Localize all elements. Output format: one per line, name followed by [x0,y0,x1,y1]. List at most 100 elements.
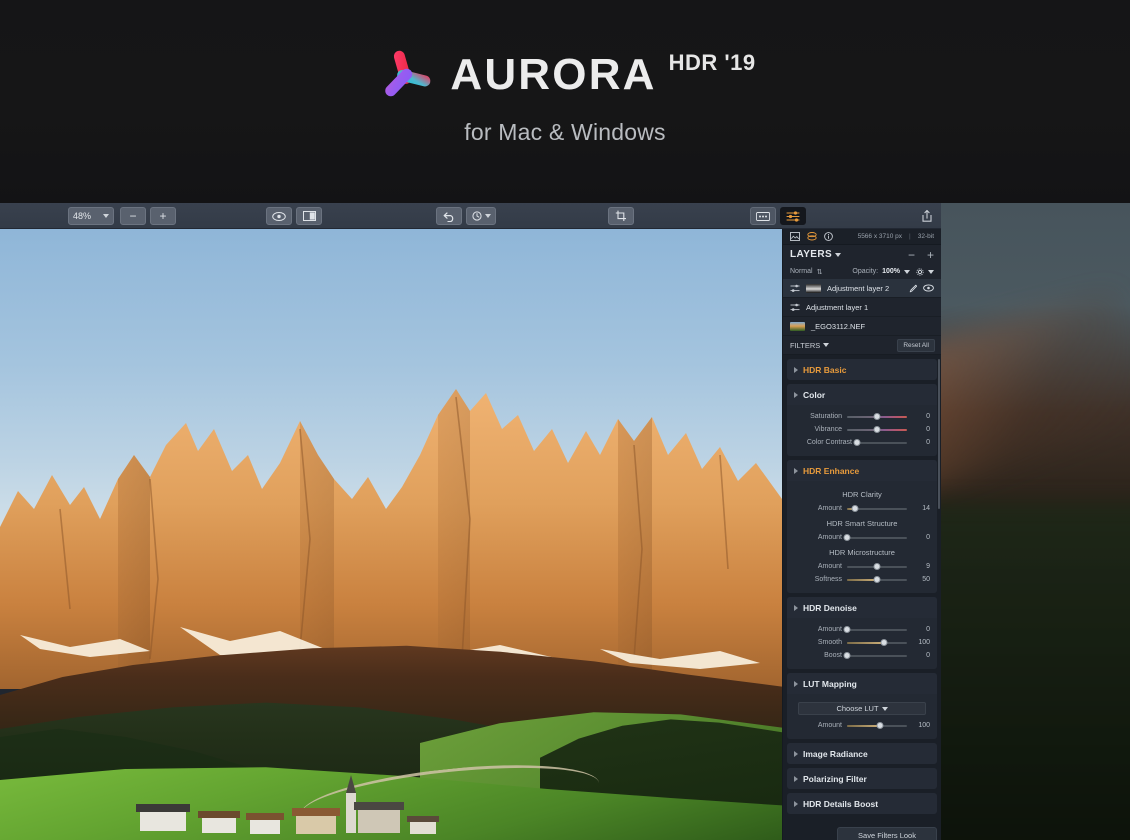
chevron-down-icon[interactable] [835,253,841,257]
filter-group-header[interactable]: Polarizing Filter [787,768,937,789]
filters-scrollbar[interactable] [938,359,940,509]
add-layer-button[interactable]: + [927,248,934,262]
slider-denoise-amount[interactable]: Amount 0 [794,623,930,636]
slider-track[interactable] [847,642,907,644]
slider-value: 0 [912,534,930,541]
filter-group-header[interactable]: HDR Basic [787,359,937,380]
eye-icon[interactable] [266,207,292,225]
slider-value: 100 [912,639,930,646]
slider-color-contrast[interactable]: Color Contrast 0 [794,436,930,449]
slider-knob[interactable] [874,563,881,570]
slider-track[interactable] [847,566,907,568]
eye-icon[interactable] [923,284,934,292]
slider-knob[interactable] [877,722,884,729]
chevron-down-icon[interactable] [904,270,910,274]
slider-knob[interactable] [874,413,881,420]
zoom-level-dropdown[interactable]: 48% [68,207,114,225]
compare-before-after-icon[interactable] [296,207,322,225]
layer-row-adjustment-1[interactable]: Adjustment layer 1 [783,298,941,317]
slider-track[interactable] [847,579,907,581]
filter-group-header[interactable]: HDR Enhance [787,460,937,481]
zoom-out-button[interactable]: − [120,207,146,225]
zoom-in-button[interactable]: + [150,207,176,225]
slider-hdr-smart-structure-amount[interactable]: Amount 0 [794,531,930,544]
filter-group-lut-mapping[interactable]: LUT Mapping Choose LUT Amount [787,673,937,739]
slider-denoise-boost[interactable]: Boost 0 [794,649,930,662]
presets-icon[interactable] [750,207,776,225]
slider-label: Vibrance [794,426,842,433]
chevron-down-icon[interactable] [823,343,829,347]
gear-icon[interactable] [916,268,924,276]
slider-track[interactable] [847,655,907,657]
crop-icon[interactable] [608,207,634,225]
filter-group-header[interactable]: HDR Denoise [787,597,937,618]
blend-mode-value[interactable]: Normal [790,268,813,275]
filter-group-hdr-denoise[interactable]: HDR Denoise Amount 0 Smooth [787,597,937,669]
slider-value: 9 [912,563,930,570]
slider-knob[interactable] [854,439,861,446]
info-icon[interactable] [824,232,833,241]
blend-opacity-row: Normal ⇅ Opacity: 100% [783,264,941,279]
slider-track[interactable] [847,725,907,727]
slider-knob[interactable] [874,426,881,433]
slider-track[interactable] [847,416,907,418]
filter-group-header[interactable]: LUT Mapping [787,673,937,694]
remove-layer-button[interactable]: − [908,248,915,262]
slider-hdr-microstructure-amount[interactable]: Amount 9 [794,560,930,573]
subgroup-title-hdr-clarity: HDR Clarity [794,490,930,499]
filter-group-color[interactable]: Color Saturation 0 Vibrance 0 [787,384,937,456]
slider-knob[interactable] [844,626,851,633]
filter-group-name: Image Radiance [803,749,868,759]
filter-group-header[interactable]: HDR Details Boost [787,793,937,814]
undo-icon[interactable] [436,207,462,225]
opacity-value[interactable]: 100% [882,268,900,275]
slider-track[interactable] [847,429,907,431]
filter-group-header[interactable]: Image Radiance [787,743,937,764]
slider-value: 0 [912,652,930,659]
history-clock-icon[interactable] [466,207,496,225]
slider-hdr-clarity-amount[interactable]: Amount 14 [794,502,930,515]
filter-group-hdr-basic[interactable]: HDR Basic [787,359,937,380]
slider-value: 0 [912,439,930,446]
filter-group-name: HDR Details Boost [803,799,878,809]
layer-name: Adjustment layer 2 [827,284,902,293]
slider-knob[interactable] [874,576,881,583]
image-icon[interactable] [790,232,800,241]
slider-knob[interactable] [881,639,888,646]
filter-group-header[interactable]: Color [787,384,937,405]
share-export-icon[interactable] [917,207,937,225]
slider-value: 0 [912,426,930,433]
zoom-level-value: 48% [73,211,91,221]
chevron-right-icon [794,367,798,373]
reset-all-button[interactable]: Reset All [897,339,935,352]
hero-subtitle: for Mac & Windows [0,119,1130,146]
layers-icon[interactable] [807,232,817,241]
slider-track[interactable] [857,442,907,444]
choose-lut-dropdown[interactable]: Choose LUT [798,702,926,715]
slider-knob[interactable] [852,505,859,512]
filters-list[interactable]: HDR Basic Color Saturation 0 [783,355,941,840]
slider-knob[interactable] [844,534,851,541]
sliders-icon[interactable] [780,207,806,225]
chevron-right-icon [794,468,798,474]
slider-denoise-smooth[interactable]: Smooth 100 [794,636,930,649]
slider-saturation[interactable]: Saturation 0 [794,410,930,423]
save-filters-look-button[interactable]: Save Filters Look [837,827,937,840]
layer-row-source-image[interactable]: _EGO3112.NEF [783,317,941,336]
slider-hdr-microstructure-softness[interactable]: Softness 50 [794,573,930,586]
filter-group-polarizing-filter[interactable]: Polarizing Filter [787,768,937,789]
brush-icon[interactable] [908,284,917,293]
chevron-down-icon[interactable] [928,270,934,274]
layer-row-adjustment-2[interactable]: Adjustment layer 2 [783,279,941,298]
slider-track[interactable] [847,508,907,510]
filter-group-hdr-details-boost[interactable]: HDR Details Boost [787,793,937,814]
slider-track[interactable] [847,537,907,539]
slider-vibrance[interactable]: Vibrance 0 [794,423,930,436]
slider-track[interactable] [847,629,907,631]
filter-group-hdr-enhance[interactable]: HDR Enhance HDR Clarity Amount 14 H [787,460,937,593]
slider-knob[interactable] [844,652,851,659]
image-canvas[interactable] [0,229,782,840]
slider-lut-amount[interactable]: Amount 100 [794,719,930,732]
filter-group-image-radiance[interactable]: Image Radiance [787,743,937,764]
blend-mode-stepper-icon[interactable]: ⇅ [817,268,823,276]
